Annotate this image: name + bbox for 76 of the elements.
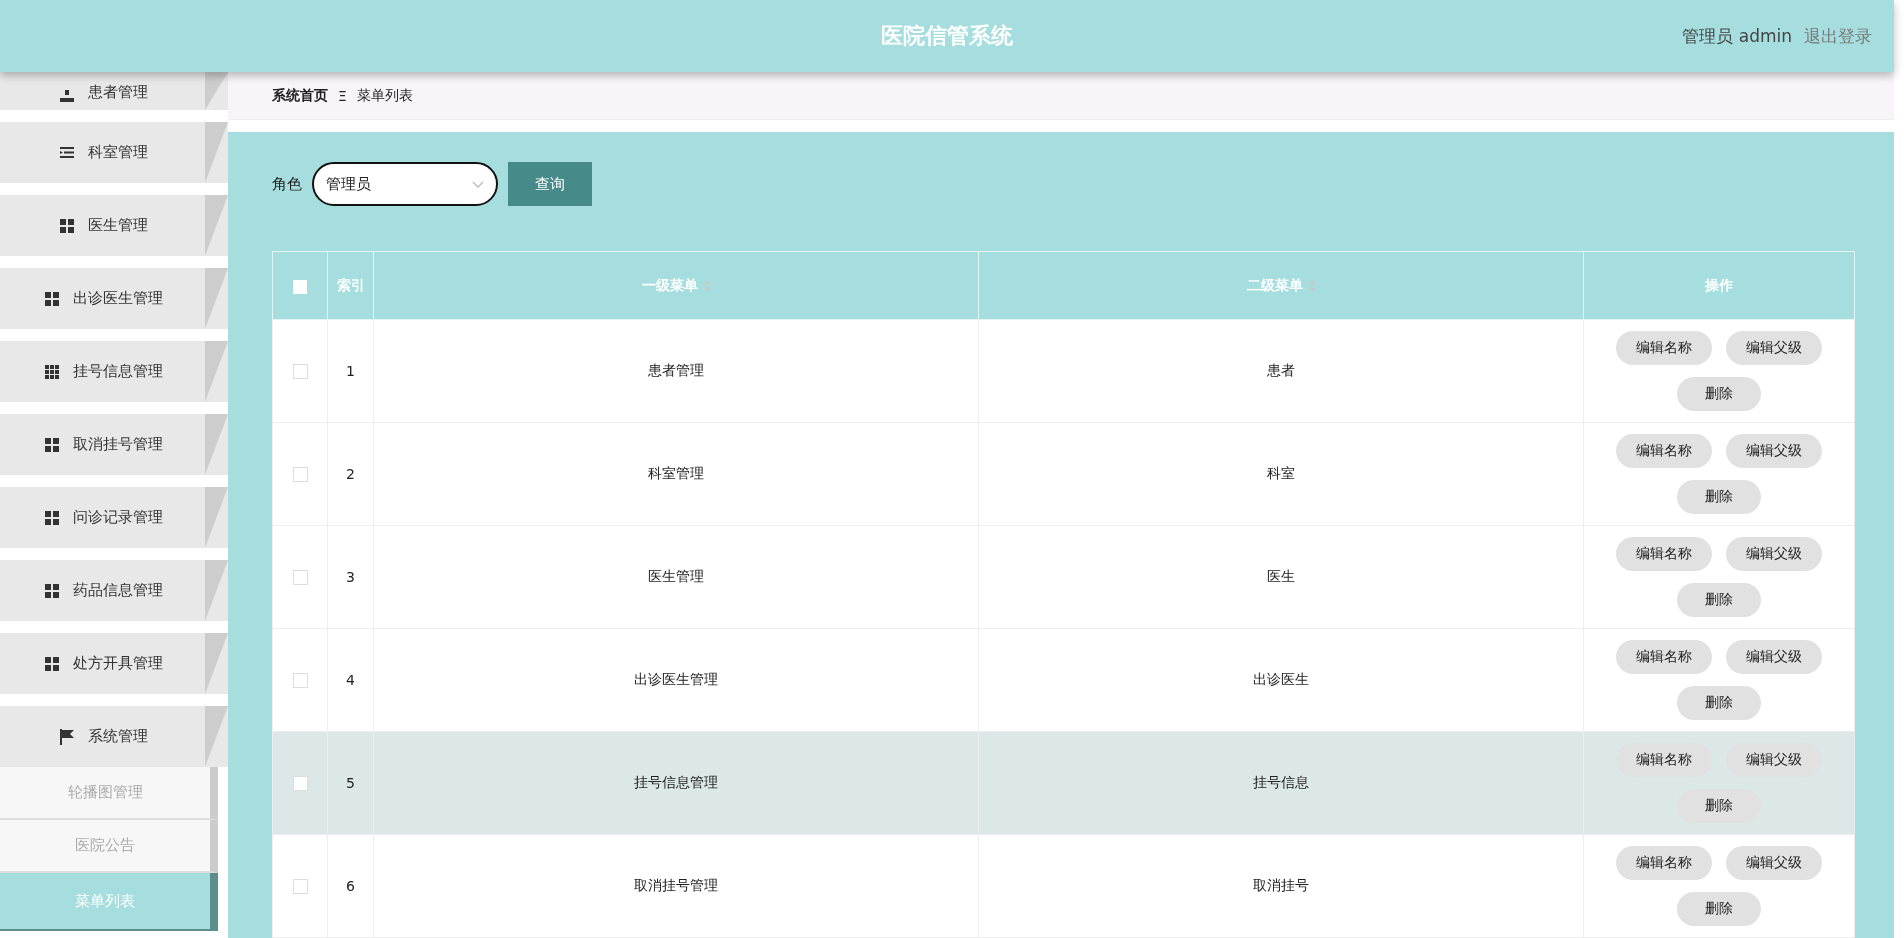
user-name: 管理员 admin xyxy=(1682,24,1792,48)
action-button[interactable]: 编辑父级 xyxy=(1726,331,1822,365)
app-title: 医院信管系统 xyxy=(881,22,1013,50)
table-cell: 医生管理 xyxy=(648,568,704,584)
role-select[interactable]: 管理员 xyxy=(312,162,498,206)
action-button[interactable]: 编辑名称 xyxy=(1616,331,1712,365)
action-button[interactable]: 删除 xyxy=(1677,686,1761,720)
sort-icon[interactable] xyxy=(703,279,711,292)
action-button[interactable]: 编辑父级 xyxy=(1726,434,1822,468)
row-checkbox[interactable] xyxy=(292,467,308,483)
action-button[interactable]: 删除 xyxy=(1677,377,1761,411)
person-icon xyxy=(60,90,74,102)
sidebar-item[interactable]: 科室管理 xyxy=(0,122,228,183)
column-header: 索引 xyxy=(336,276,365,295)
list-icon xyxy=(60,147,74,158)
table-cell: 6 xyxy=(346,878,355,894)
action-button[interactable]: 删除 xyxy=(1677,480,1761,514)
row-checkbox[interactable] xyxy=(292,364,308,380)
query-button[interactable]: 查询 xyxy=(508,162,592,206)
table-cell: 取消挂号管理 xyxy=(634,877,718,893)
select-all-checkbox[interactable] xyxy=(293,279,307,294)
action-button[interactable]: 编辑名称 xyxy=(1616,640,1712,674)
table-cell: 1 xyxy=(346,363,355,379)
table-cell: 科室管理 xyxy=(648,465,704,481)
table-cell: 出诊医生管理 xyxy=(634,671,718,687)
flag-icon xyxy=(60,728,74,745)
table-cell: 5 xyxy=(346,775,355,791)
action-button[interactable]: 编辑父级 xyxy=(1726,743,1822,777)
column-header: 操作 xyxy=(1705,276,1733,295)
grid-icon xyxy=(45,364,59,379)
chevron-icon xyxy=(472,180,484,188)
grid-icon xyxy=(45,510,59,525)
sidebar-item[interactable]: 患者管理 xyxy=(0,72,228,110)
table-cell: 科室 xyxy=(1267,465,1295,481)
grid-icon xyxy=(45,291,59,306)
action-button[interactable]: 编辑父级 xyxy=(1726,846,1822,880)
table-cell: 取消挂号 xyxy=(1253,877,1309,893)
role-label: 角色 xyxy=(272,174,302,194)
action-button[interactable]: 编辑名称 xyxy=(1616,846,1712,880)
action-button[interactable]: 删除 xyxy=(1677,892,1761,926)
sidebar-item[interactable]: 挂号信息管理 xyxy=(0,341,228,402)
table-cell: 患者管理 xyxy=(648,362,704,378)
table-cell: 挂号信息 xyxy=(1253,774,1309,790)
table-cell: 医生 xyxy=(1267,568,1295,584)
sidebar-item[interactable]: 处方开具管理 xyxy=(0,633,228,694)
action-button[interactable]: 删除 xyxy=(1677,789,1761,823)
table-cell: 挂号信息管理 xyxy=(634,774,718,790)
row-checkbox[interactable] xyxy=(292,570,308,586)
table-cell: 2 xyxy=(346,466,355,482)
grid-icon xyxy=(45,583,59,598)
action-button[interactable]: 编辑名称 xyxy=(1616,434,1712,468)
action-button[interactable]: 删除 xyxy=(1677,583,1761,617)
table-cell: 患者 xyxy=(1267,362,1295,378)
action-button[interactable]: 编辑父级 xyxy=(1726,537,1822,571)
sidebar-item[interactable]: 药品信息管理 xyxy=(0,560,228,621)
action-button[interactable]: 编辑父级 xyxy=(1726,640,1822,674)
action-button[interactable]: 编辑名称 xyxy=(1616,743,1712,777)
row-checkbox[interactable] xyxy=(292,673,308,689)
grid-icon xyxy=(45,437,59,452)
sidebar-item[interactable]: 问诊记录管理 xyxy=(0,487,228,548)
breadcrumb-current: 菜单列表 xyxy=(356,86,413,105)
row-checkbox[interactable] xyxy=(292,879,308,895)
row-checkbox[interactable] xyxy=(292,776,308,792)
sort-icon[interactable] xyxy=(1308,279,1316,292)
table-cell: 出诊医生 xyxy=(1253,671,1309,687)
grid-icon xyxy=(60,218,74,233)
sidebar-item[interactable]: 系统管理 xyxy=(0,706,228,767)
sidebar-item[interactable]: 取消挂号管理 xyxy=(0,414,228,475)
table-cell: 3 xyxy=(346,569,355,585)
breadcrumb-separator: Ξ xyxy=(338,87,347,104)
table-cell: 4 xyxy=(346,672,355,688)
sidebar-item[interactable]: 出诊医生管理 xyxy=(0,268,228,329)
sidebar-item[interactable]: 医生管理 xyxy=(0,195,228,256)
grid-icon xyxy=(45,656,59,671)
breadcrumb-link[interactable]: 系统首页 xyxy=(272,86,328,105)
action-button[interactable]: 编辑名称 xyxy=(1616,537,1712,571)
